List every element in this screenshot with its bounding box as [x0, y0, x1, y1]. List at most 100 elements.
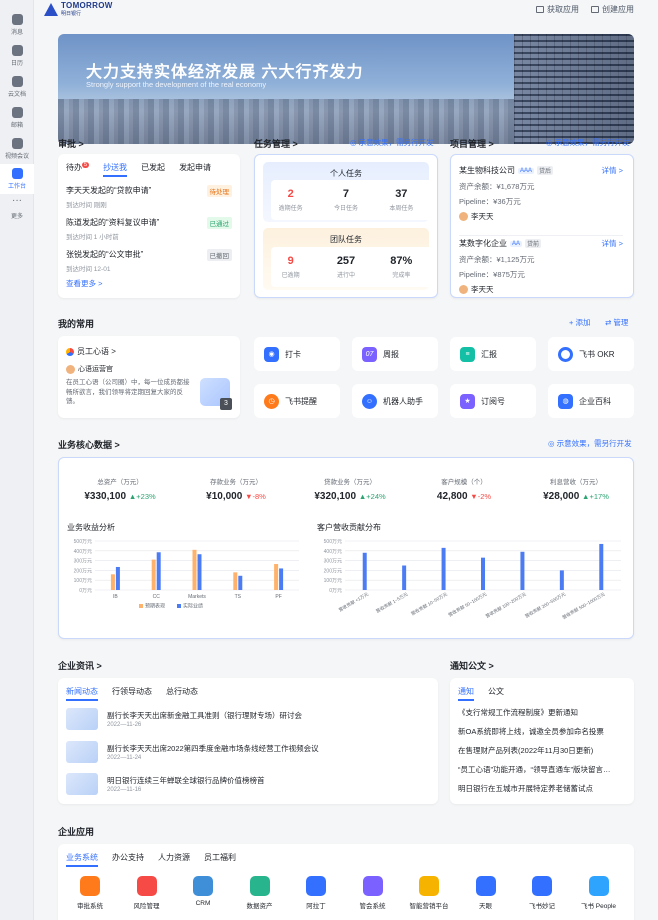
kpi-interest[interactable]: 利息营收（万元） ¥28,000 ▲+17% — [521, 476, 631, 502]
tasks-title[interactable]: 任务管理 > — [254, 137, 298, 150]
news-card: 新闻动态 行领导动态 总行动态 副行长李天天出席新金融工具准则（银行理财专场）研… — [58, 678, 438, 804]
quick-app-checkin[interactable]: ◉ 打卡 — [254, 337, 340, 371]
core-data-title[interactable]: 业务核心数据 > — [58, 438, 120, 451]
enterprise-app[interactable]: 数据资产 — [232, 876, 288, 910]
enterprise-app[interactable]: 管会系统 — [345, 876, 401, 910]
approval-title[interactable]: 审批 > — [58, 137, 84, 150]
tab-leader-news[interactable]: 行领导动态 — [112, 686, 152, 701]
sidebar-item-meeting[interactable]: 视频会议 — [0, 138, 34, 160]
detail-link[interactable]: 详情 > — [602, 165, 623, 176]
notice-item[interactable]: “员工心语”功能开通，“领导直通车”版块留言… — [458, 764, 611, 775]
feature-card[interactable]: 员工心语 > 心语运营官 在员工心语（公司圈）中，每一位成员都接畅所欲言，我们领… — [58, 336, 240, 418]
y-tick-label: 300万元 — [324, 559, 342, 565]
add-button[interactable]: + 添加 — [569, 317, 590, 328]
team-completion-stat[interactable]: 87% 完成率 — [374, 255, 429, 279]
kpi-deposits[interactable]: 存款业务（万元） ¥10,000 ▼-8% — [181, 476, 291, 502]
team-inprogress-stat[interactable]: 257 进行中 — [318, 255, 373, 279]
project-item[interactable]: 某生物科技公司 AAA 贷后 详情 > 资产余额：¥1,678万元 Pipeline… — [459, 165, 623, 222]
chart-title-revenue: 业务收益分析 — [67, 523, 115, 532]
hero-banner[interactable]: 大力支持实体经济发展 六大行齐发力 Strongly support the d… — [58, 34, 634, 144]
tab-news[interactable]: 新闻动态 — [66, 686, 98, 701]
quick-app-robot[interactable]: ☺ 机器人助手 — [352, 384, 438, 418]
approval-item[interactable]: 陈道发起的“资料复议申请” 到达时间 1 小时前 已通过 — [66, 217, 232, 241]
team-tasks: 团队任务 9 已逾期 257 进行中 87% 完成率 — [263, 228, 437, 290]
bar — [110, 574, 115, 590]
notice-item[interactable]: 在售理财产品列表(2022年11月30日更新) — [458, 745, 593, 756]
notice-item[interactable]: 明日银行在五城市开展特定养老储蓄试点 — [458, 783, 593, 794]
enterprise-app[interactable]: 飞书 People — [571, 876, 627, 910]
tab-documents[interactable]: 公文 — [488, 686, 504, 701]
project-item[interactable]: 某数字化企业 AA 贷前 详情 > 资产余额：¥1,125万元 Pipeline：¥… — [459, 235, 623, 295]
bar — [151, 559, 156, 590]
revenue-bar-chart: 500万元 400万元 300万元 200万元 100万元 0万元 IB CC Markets T… — [74, 539, 299, 610]
tab-benefits[interactable]: 员工福利 — [204, 852, 236, 867]
brand-sub: 明日银行 — [61, 11, 82, 17]
today-tasks-stat[interactable]: 7 今日任务 — [318, 188, 373, 212]
overdue-tasks-stat[interactable]: 2 逾期任务 — [263, 188, 318, 212]
tab-hr[interactable]: 人力资源 — [158, 852, 190, 867]
chart-title-customer: 客户营收贡献分布 — [317, 523, 381, 532]
week-tasks-stat[interactable]: 37 本周任务 — [374, 188, 429, 212]
tab-new-request[interactable]: 发起申请 — [179, 162, 211, 177]
view-more-link[interactable]: 查看更多 > — [66, 278, 102, 289]
sidebar-item-calendar[interactable]: 日历 — [0, 45, 34, 67]
x-tick-label: 营收贡献 50~100万元 — [447, 590, 489, 618]
create-app-button[interactable]: 创建应用 — [591, 4, 634, 15]
news-title[interactable]: 企业资讯 > — [58, 659, 102, 672]
manage-button[interactable]: ⇄ 管理 — [605, 317, 628, 328]
approval-item[interactable]: 张锐发起的“公文审批” 到达时间 12-01 已撤回 — [66, 249, 232, 273]
x-tick-label: 营收贡献 100~200万元 — [484, 590, 528, 619]
notices-card: 通知 公文 《支行常规工作流程制度》更新通知 新OA系统即将上线，诚邀全员参加命… — [450, 678, 634, 804]
quick-app-weekly[interactable]: 07 周报 — [352, 337, 438, 371]
enterprise-app[interactable]: 风险管理 — [119, 876, 175, 910]
y-tick-label: 400万元 — [74, 549, 92, 555]
y-tick-label: 100万元 — [324, 578, 342, 584]
quick-app-wiki[interactable]: ◍ 企业百科 — [548, 384, 634, 418]
quick-app-subscription[interactable]: ★ 订阅号 — [450, 384, 536, 418]
sidebar-item-more[interactable]: ··· 更多 — [0, 196, 34, 221]
kpi-total-assets[interactable]: 总资产（万元） ¥330,100 ▲+23% — [65, 476, 175, 502]
projects-title[interactable]: 项目管理 > — [450, 137, 494, 150]
notice-item[interactable]: 《支行常规工作流程制度》更新通知 — [458, 707, 578, 718]
notices-title[interactable]: 通知公文 > — [450, 659, 494, 672]
approval-item[interactable]: 李天天发起的“贷款申请” 到达时间 刚刚 待处理 — [66, 185, 232, 209]
core-demo-link[interactable]: ◎ 示意效果，需另行开发 — [548, 438, 632, 449]
quick-app-reminder[interactable]: ◷ 飞书提醒 — [254, 384, 340, 418]
tab-notice[interactable]: 通知 — [458, 686, 474, 701]
get-app-button[interactable]: 获取应用 — [536, 4, 579, 15]
kpi-customers[interactable]: 客户规模（个） 42,800 ▼-2% — [409, 476, 519, 502]
notice-item[interactable]: 新OA系统即将上线，诚邀全员参加命名投票 — [458, 726, 604, 737]
enterprise-app[interactable]: CRM — [175, 876, 231, 907]
quick-app-report[interactable]: ≡ 汇报 — [450, 337, 536, 371]
legend-swatch — [177, 604, 181, 608]
sidebar-item-mail[interactable]: 邮箱 — [0, 107, 34, 129]
sidebar-item-docs[interactable]: 云文档 — [0, 76, 34, 98]
okr-icon — [558, 346, 573, 362]
detail-link[interactable]: 详情 > — [602, 238, 623, 249]
enterprise-app[interactable]: 阿拉丁 — [288, 876, 344, 910]
location-icon: ◉ — [264, 346, 279, 362]
quick-app-okr[interactable]: 飞书 OKR — [548, 337, 634, 371]
tab-initiated[interactable]: 已发起 — [141, 162, 165, 177]
tab-hq-news[interactable]: 总行动态 — [166, 686, 198, 701]
tab-office-support[interactable]: 办公支持 — [112, 852, 144, 867]
bar — [274, 564, 279, 590]
app-icon — [532, 876, 552, 896]
feature-name: 员工心语 > — [77, 347, 116, 356]
enterprise-app[interactable]: 智能营销平台 — [401, 876, 457, 910]
tasks-demo-link[interactable]: ◎ 示意效果，需另行开发 — [350, 137, 434, 148]
kpi-loans[interactable]: 贷款业务（万元） ¥320,100 ▲+24% — [295, 476, 405, 502]
enterprise-app[interactable]: 天眼 — [458, 876, 514, 910]
projects-demo-link[interactable]: ◎ 示意效果，需另行开发 — [546, 137, 630, 148]
tab-cc-me[interactable]: 抄送我 — [103, 162, 128, 177]
team-overdue-stat[interactable]: 9 已逾期 — [263, 255, 318, 279]
sidebar-item-messages[interactable]: 消息 — [0, 14, 34, 36]
sidebar-item-workspace[interactable]: 工作台 — [0, 164, 34, 194]
apps-grid-icon — [11, 168, 23, 179]
x-tick-label: TS — [235, 594, 242, 600]
tab-business-systems[interactable]: 业务系统 — [66, 852, 98, 867]
enterprise-app[interactable]: 飞书妙记 — [514, 876, 570, 910]
status-badge: 已通过 — [206, 217, 232, 229]
tab-pending[interactable]: 待办 5 — [66, 162, 90, 177]
enterprise-app[interactable]: 审批系统 — [62, 876, 118, 910]
